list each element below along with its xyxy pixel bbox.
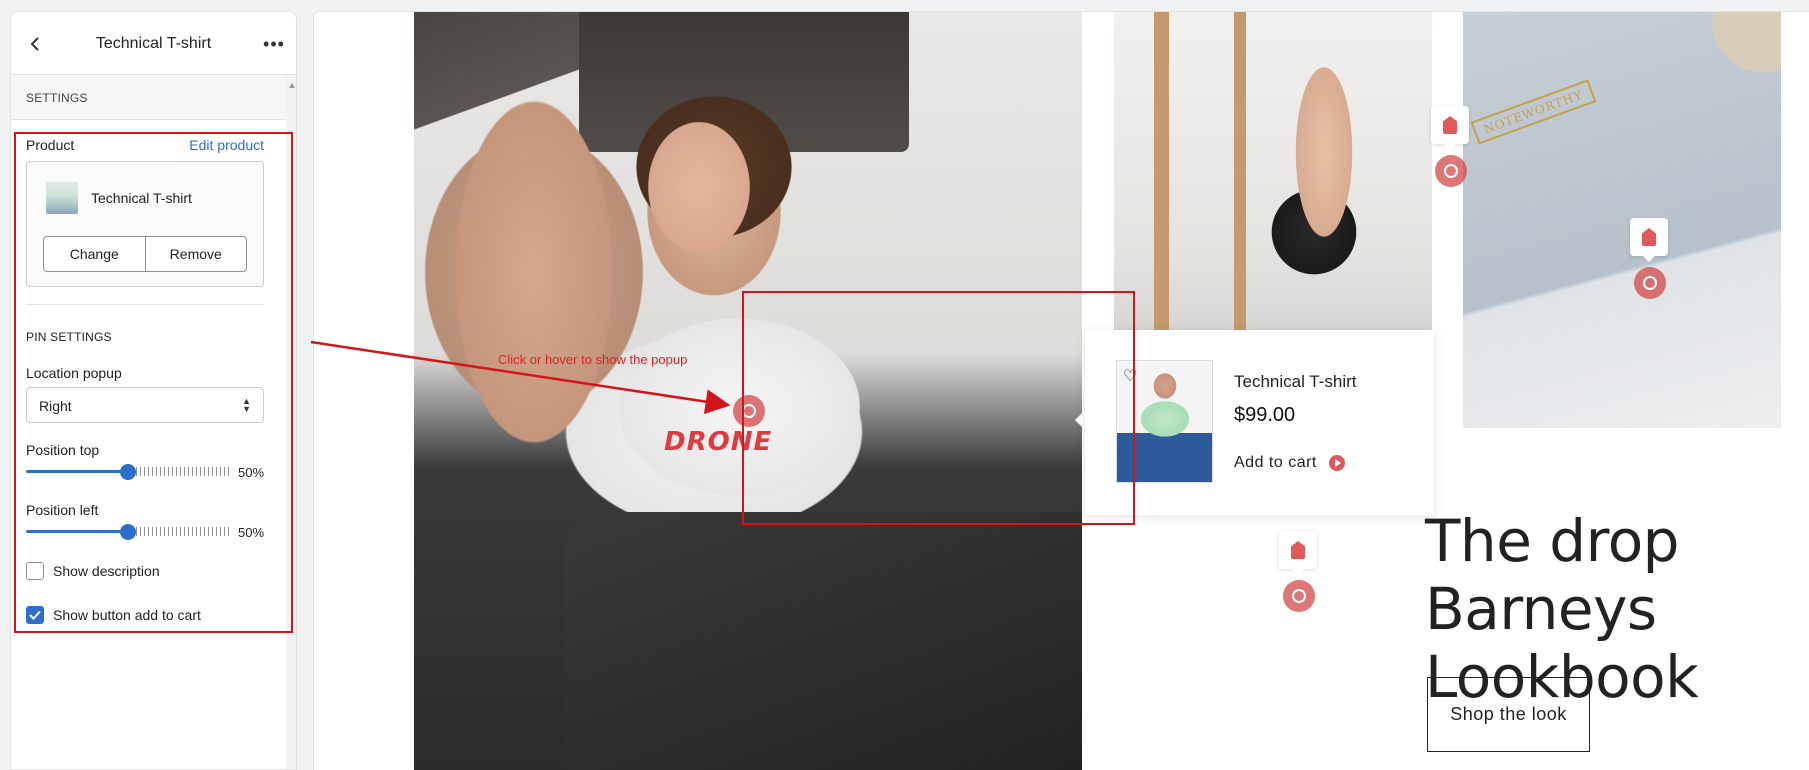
hotspot-pin[interactable]	[1283, 580, 1315, 612]
scrollbar[interactable]	[286, 75, 296, 769]
lookbook-main-image: DRONE	[414, 12, 1082, 770]
position-left-label: Position left	[26, 502, 99, 518]
checkbox-unchecked-icon[interactable]	[26, 562, 44, 580]
settings-heading: SETTINGS	[11, 75, 286, 120]
storefront-preview: DRONE NOTEWORTHY ♡ Technical T-shirt $99…	[313, 11, 1809, 770]
hotspot-pin[interactable]	[1435, 155, 1467, 187]
popup-product-price: $99.00	[1234, 404, 1296, 426]
slider-track	[136, 467, 229, 476]
heart-icon[interactable]: ♡	[1123, 366, 1137, 386]
position-left-value: 50%	[238, 525, 265, 540]
product-popup: ♡ Technical T-shirt $99.00 Add to cart	[1085, 330, 1434, 515]
slider-handle[interactable]	[120, 464, 136, 480]
position-top-slider[interactable]	[26, 464, 229, 480]
pin-settings-heading: PIN SETTINGS	[26, 330, 112, 344]
shopping-bag-icon	[1443, 116, 1457, 134]
location-popup-select[interactable]: Right ▲ ▼	[26, 387, 264, 423]
add-to-cart-button[interactable]: Add to cart	[1234, 454, 1345, 472]
show-add-to-cart-checkbox[interactable]: Show button add to cart	[26, 606, 201, 624]
show-description-label: Show description	[53, 563, 160, 579]
position-left-slider[interactable]	[26, 524, 229, 540]
product-tag[interactable]	[1630, 218, 1668, 262]
position-top-value: 50%	[238, 465, 265, 480]
face-shape	[624, 92, 774, 282]
slider-track	[136, 527, 229, 536]
sidebar-body: SETTINGS Product Edit product Technical …	[11, 75, 296, 769]
shopping-bag-icon	[1291, 541, 1305, 559]
more-options-icon[interactable]: •••	[262, 34, 286, 54]
add-to-cart-label: Add to cart	[1234, 454, 1317, 471]
shopping-bag-icon	[1642, 228, 1656, 246]
pants-shape	[564, 512, 1082, 770]
theme-editor-sidebar: Technical T-shirt ••• SETTINGS Product E…	[10, 11, 297, 770]
annotation-hint-text: Click or hover to show the popup	[498, 352, 688, 367]
product-tag[interactable]	[1279, 531, 1317, 575]
sidebar-title: Technical T-shirt	[95, 35, 212, 52]
shirt-print-text: DRONE	[664, 427, 773, 457]
location-popup-label: Location popup	[26, 365, 122, 381]
checkbox-checked-icon[interactable]	[26, 606, 44, 624]
divider	[26, 304, 264, 305]
slider-fill	[26, 470, 128, 473]
slider-fill	[26, 530, 128, 533]
play-arrow-icon	[1328, 455, 1345, 471]
show-add-to-cart-label: Show button add to cart	[53, 607, 201, 623]
product-card: Technical T-shirt Change Remove	[26, 161, 264, 287]
popup-product-title[interactable]: Technical T-shirt	[1234, 372, 1357, 392]
popup-arrow	[1075, 410, 1085, 430]
location-popup-value: Right	[39, 398, 72, 414]
lookbook-jewelry-image	[1463, 12, 1781, 428]
hotspot-pin-active[interactable]	[733, 395, 765, 427]
sidebar-header: Technical T-shirt •••	[11, 12, 296, 75]
product-name: Technical T-shirt	[91, 190, 192, 206]
product-button-group: Change Remove	[43, 236, 247, 272]
change-button[interactable]: Change	[44, 237, 145, 271]
edit-product-link[interactable]: Edit product	[189, 137, 264, 153]
shop-the-look-button[interactable]: Shop the look	[1427, 677, 1590, 752]
hotspot-pin[interactable]	[1634, 267, 1666, 299]
scroll-up-icon[interactable]	[289, 83, 295, 88]
slider-handle[interactable]	[120, 524, 136, 540]
lookbook-heading-line1: The drop Barneys	[1425, 507, 1680, 643]
select-arrows-icon: ▲ ▼	[242, 396, 251, 414]
remove-button[interactable]: Remove	[144, 237, 247, 271]
position-top-label: Position top	[26, 442, 100, 458]
product-tag[interactable]	[1431, 106, 1469, 150]
product-thumbnail	[46, 182, 78, 214]
settings-panel: SETTINGS Product Edit product Technical …	[11, 75, 286, 769]
show-description-checkbox[interactable]: Show description	[26, 562, 160, 580]
